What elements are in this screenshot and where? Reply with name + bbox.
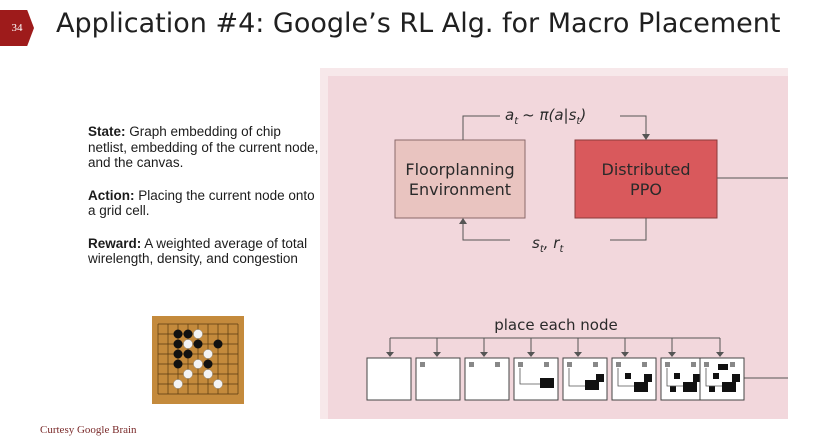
rl-loop-diagram: Floorplanning Environment Distributed PP…: [320, 68, 788, 419]
environment-label-line1: Floorplanning: [405, 160, 514, 179]
policy-expression: ~ π(a|s: [522, 106, 576, 124]
chip-canvas-icon: [366, 357, 745, 401]
slide-title: Application #4: Google’s RL Alg. for Mac…: [56, 8, 781, 39]
slide-number-badge: 34: [0, 10, 34, 46]
place-each-node-label: place each node: [494, 316, 618, 334]
definitions-list: State: Graph embedding of chip netlist, …: [88, 124, 323, 284]
action-definition: Action: Placing the current node onto a …: [88, 188, 323, 219]
state-symbol: s: [532, 234, 540, 252]
action-label: Action:: [88, 187, 135, 203]
ppo-label-line2: PPO: [630, 180, 662, 199]
image-credit: Curtesy Google Brain: [40, 424, 137, 436]
state-definition: State: Graph embedding of chip netlist, …: [88, 124, 323, 171]
reward-label: Reward:: [88, 235, 142, 251]
reward-separator: , r: [544, 234, 561, 252]
environment-box: [394, 139, 526, 219]
environment-label-line2: Environment: [409, 180, 511, 199]
ppo-box: [574, 139, 718, 219]
reward-definition: Reward: A weighted average of total wire…: [88, 236, 323, 267]
action-symbol: a: [505, 106, 514, 124]
ppo-label-line1: Distributed: [602, 160, 691, 179]
state-label: State:: [88, 124, 126, 139]
go-board-icon: [152, 316, 244, 404]
policy-close: ): [579, 106, 586, 124]
